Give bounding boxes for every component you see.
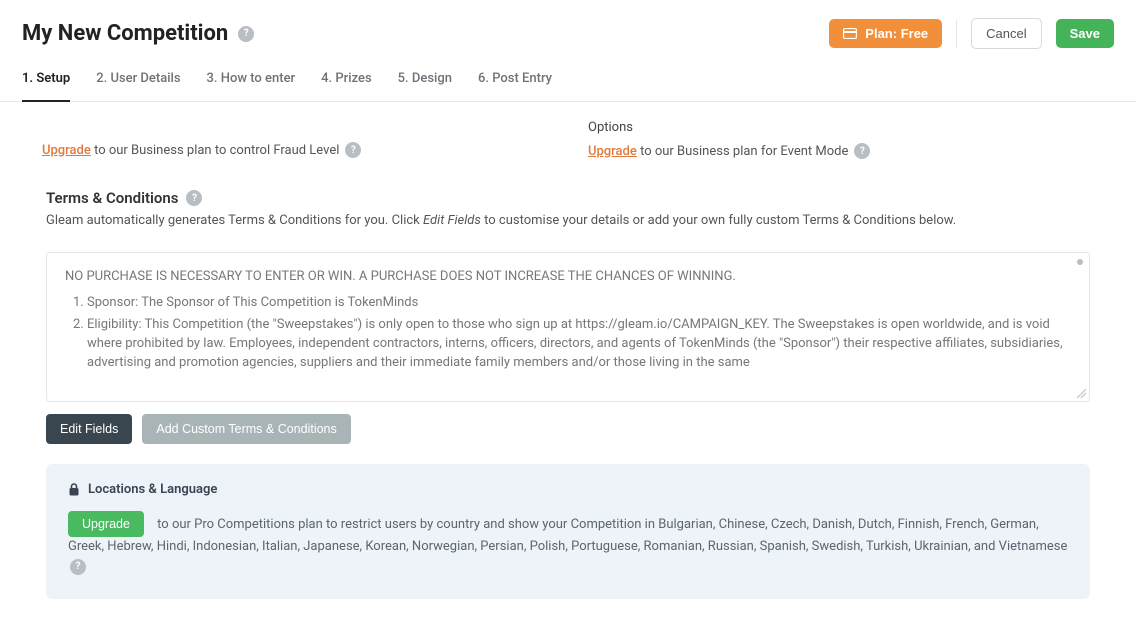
resize-handle-icon[interactable] bbox=[1076, 388, 1086, 398]
locations-desc: Upgrade to our Pro Competitions plan to … bbox=[68, 511, 1068, 579]
tab-how-to-enter[interactable]: 3. How to enter bbox=[207, 59, 296, 101]
event-mode-text: to our Business plan for Event Mode bbox=[637, 144, 849, 159]
cancel-button[interactable]: Cancel bbox=[971, 18, 1041, 49]
help-icon[interactable]: ? bbox=[238, 26, 254, 42]
locations-text: to our Pro Competitions plan to restrict… bbox=[68, 517, 1067, 554]
locations-card: Locations & Language Upgrade to our Pro … bbox=[46, 464, 1090, 599]
tab-design[interactable]: 5. Design bbox=[398, 59, 452, 101]
plan-label: Plan: Free bbox=[865, 27, 928, 40]
header-actions: Plan: Free Cancel Save bbox=[829, 18, 1114, 49]
tab-user-details[interactable]: 2. User Details bbox=[96, 59, 180, 101]
tabs-nav: 1. Setup 2. User Details 3. How to enter… bbox=[0, 59, 1136, 102]
credit-card-icon bbox=[843, 28, 857, 39]
terms-desc-em: Edit Fields bbox=[423, 213, 481, 228]
upgrade-link-event[interactable]: Upgrade bbox=[588, 144, 637, 159]
lock-icon bbox=[68, 483, 80, 496]
upgrade-link-fraud[interactable]: Upgrade bbox=[42, 143, 91, 158]
terms-item-sponsor: Sponsor: The Sponsor of This Competition… bbox=[87, 294, 1071, 313]
page-title: My New Competition bbox=[22, 21, 228, 46]
terms-readonly-box: NO PURCHASE IS NECESSARY TO ENTER OR WIN… bbox=[46, 252, 1090, 402]
terms-buttons: Edit Fields Add Custom Terms & Condition… bbox=[46, 414, 1090, 444]
terms-desc-prefix: Gleam automatically generates Terms & Co… bbox=[46, 213, 423, 228]
terms-item-eligibility: Eligibility: This Competition (the "Swee… bbox=[87, 316, 1071, 373]
terms-title: Terms & Conditions bbox=[46, 189, 178, 207]
fraud-text: to our Business plan to control Fraud Le… bbox=[91, 143, 340, 158]
save-button[interactable]: Save bbox=[1056, 19, 1114, 48]
event-mode-col: Options Upgrade to our Business plan for… bbox=[588, 120, 1094, 159]
terms-intro: NO PURCHASE IS NECESSARY TO ENTER OR WIN… bbox=[65, 269, 1071, 284]
help-icon[interactable]: ? bbox=[186, 190, 202, 206]
options-label: Options bbox=[588, 120, 1094, 135]
tab-setup[interactable]: 1. Setup bbox=[22, 59, 70, 102]
locations-title: Locations & Language bbox=[88, 482, 217, 497]
help-icon[interactable]: ? bbox=[854, 143, 870, 159]
terms-list: Sponsor: The Sponsor of This Competition… bbox=[65, 294, 1071, 372]
terms-head: Terms & Conditions ? bbox=[46, 189, 1090, 207]
scroll-indicator bbox=[1077, 259, 1083, 265]
add-custom-terms-button[interactable]: Add Custom Terms & Conditions bbox=[142, 414, 350, 444]
fraud-level-col: Upgrade to our Business plan to control … bbox=[42, 120, 548, 159]
plan-button[interactable]: Plan: Free bbox=[829, 19, 942, 48]
content-area: Upgrade to our Business plan to control … bbox=[0, 102, 1136, 633]
edit-fields-button[interactable]: Edit Fields bbox=[46, 414, 132, 444]
terms-desc-suffix: to customise your details or add your ow… bbox=[481, 213, 956, 228]
tab-post-entry[interactable]: 6. Post Entry bbox=[478, 59, 552, 101]
upgrade-button-locations[interactable]: Upgrade bbox=[68, 511, 144, 537]
title-wrap: My New Competition ? bbox=[22, 21, 254, 46]
upgrade-row: Upgrade to our Business plan to control … bbox=[22, 114, 1114, 175]
divider bbox=[956, 20, 957, 48]
tab-prizes[interactable]: 4. Prizes bbox=[321, 59, 372, 101]
page-header: My New Competition ? Plan: Free Cancel S… bbox=[0, 0, 1136, 59]
terms-section: Terms & Conditions ? Gleam automatically… bbox=[22, 175, 1114, 613]
locations-head: Locations & Language bbox=[68, 482, 1068, 497]
help-icon[interactable]: ? bbox=[345, 142, 361, 158]
terms-desc: Gleam automatically generates Terms & Co… bbox=[46, 213, 1090, 228]
help-icon[interactable]: ? bbox=[70, 559, 86, 575]
